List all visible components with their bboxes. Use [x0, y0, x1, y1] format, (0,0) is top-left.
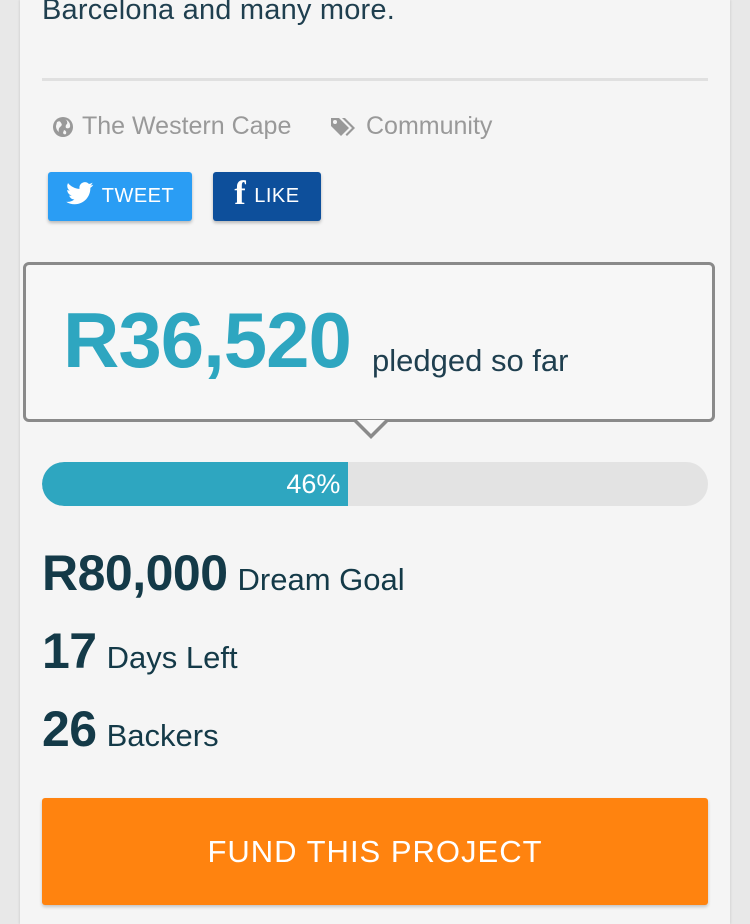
pledged-callout: R36,520 pledged so far — [23, 262, 715, 439]
days-left-stat: 17 Days Left — [42, 622, 238, 680]
like-label: LIKE — [254, 185, 300, 207]
days-left-count: 17 — [42, 623, 97, 679]
project-location[interactable]: The Western Cape — [52, 112, 291, 141]
project-description: Barcelona and many more. — [42, 0, 395, 26]
callout-pointer-fill — [357, 420, 385, 434]
globe-icon — [52, 116, 74, 138]
category-label: Community — [366, 112, 493, 140]
location-label: The Western Cape — [82, 112, 292, 140]
progress-percent-label: 46% — [286, 468, 341, 499]
backers-stat: 26 Backers — [42, 700, 219, 758]
goal-label: Dream Goal — [237, 562, 405, 597]
project-category[interactable]: Community — [330, 112, 492, 141]
tweet-button[interactable]: TWEET — [48, 172, 192, 221]
backers-count: 26 — [42, 701, 97, 757]
twitter-bird-icon — [65, 182, 94, 211]
progress-fill: 46% — [42, 462, 349, 506]
like-button[interactable]: f LIKE — [213, 172, 321, 221]
divider — [42, 78, 708, 81]
fund-project-button[interactable]: FUND THIS PROJECT — [42, 798, 708, 905]
backers-label: Backers — [106, 718, 219, 753]
pledged-label: pledged so far — [372, 343, 569, 378]
tweet-label: TWEET — [101, 185, 175, 207]
pledged-amount: R36,520 — [63, 296, 352, 384]
project-card: Barcelona and many more. The Western Cap… — [20, 0, 730, 924]
goal-stat: R80,000 Dream Goal — [42, 544, 405, 602]
goal-amount: R80,000 — [42, 545, 228, 601]
facebook-f-icon: f — [234, 174, 247, 212]
days-left-label: Days Left — [106, 640, 238, 675]
tags-icon — [330, 116, 358, 138]
funding-progress-bar: 46% — [42, 462, 708, 506]
